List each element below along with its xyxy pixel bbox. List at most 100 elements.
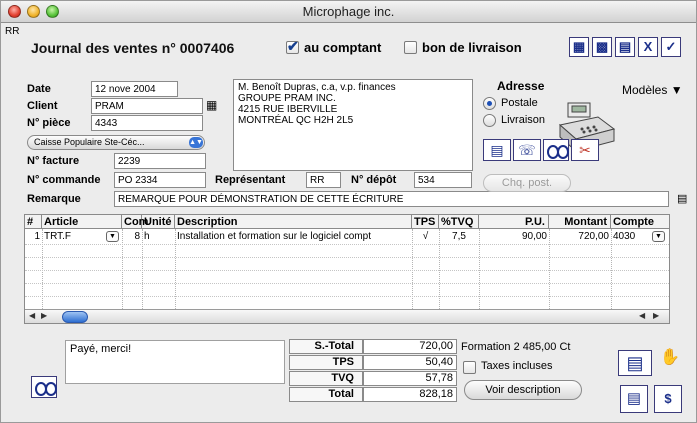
scroll-thumb[interactable] [62, 311, 88, 323]
livraison-label: Livraison [501, 114, 546, 126]
facture-field[interactable]: 2239 [114, 153, 206, 169]
delete-icon[interactable]: X [638, 37, 658, 57]
commande-label: N° commande [27, 174, 101, 186]
cell-montant[interactable]: 720,00 [549, 230, 611, 243]
formation-balance: Formation 2 485,00 Ct [461, 341, 571, 353]
voir-description-button[interactable]: Voir description [464, 380, 582, 400]
cell-unite[interactable]: h [142, 230, 175, 243]
dropdown-triangle-icon: ▼ [670, 83, 683, 97]
cell-pu[interactable]: 90,00 [479, 230, 549, 243]
phone-icon[interactable]: ☏ [513, 139, 541, 161]
table-header: # Article Com Unité Description TPS %TVQ… [25, 215, 669, 229]
view-icon[interactable] [543, 139, 569, 161]
compte-selector-icon[interactable]: ▼ [652, 231, 665, 242]
remarque-field[interactable]: REMARQUE POUR DÉMONSTRATION DE CETTE ÉCR… [114, 191, 669, 207]
hand-icon[interactable]: ✋ [658, 346, 682, 372]
postale-label: Postale [501, 97, 538, 109]
tps-label: TPS [289, 355, 363, 370]
date-field[interactable]: 12 nove 2004 [91, 81, 178, 97]
column-header[interactable]: Com [122, 215, 148, 229]
facture-label: N° facture [27, 155, 80, 167]
cell-com[interactable]: 8 [122, 230, 142, 243]
payment-note[interactable]: Payé, merci! [65, 340, 285, 384]
modeles-label: Modèles [622, 83, 668, 97]
cell-description[interactable]: Installation et formation sur le logicie… [175, 230, 412, 243]
column-header[interactable]: Article [42, 215, 122, 229]
column-header[interactable]: Description [175, 215, 412, 229]
table-view-icon[interactable]: ▤ [618, 350, 652, 376]
address-line: MONTRÉAL QC H2H 2L5 [238, 115, 354, 126]
cell-article[interactable]: TRT.F [42, 230, 104, 243]
view-icon[interactable] [31, 376, 57, 398]
total-label: Total [289, 387, 363, 402]
address-line: 4215 RUE IBERVILLE [238, 104, 338, 115]
popup-arrows-icon: ▲▼ [189, 137, 203, 148]
column-header[interactable]: # [25, 215, 42, 229]
depot-label: N° dépôt [351, 174, 397, 186]
subtotal-label: S.-Total [289, 339, 363, 354]
taxes-incluses-label: Taxes incluses [481, 360, 553, 372]
list-icon[interactable]: ▦ [569, 37, 589, 57]
user-initials: RR [5, 26, 20, 37]
cell-tvq[interactable]: 7,5 [439, 230, 479, 243]
depot-field[interactable]: 534 [414, 172, 472, 188]
lines-table: # Article Com Unité Description TPS %TVQ… [24, 214, 670, 324]
scroll-right-icon[interactable]: ▶ [653, 311, 659, 320]
column-header[interactable]: Unité [142, 215, 175, 229]
remarque-label: Remarque [27, 193, 81, 205]
bon-livraison-checkbox[interactable] [404, 41, 417, 54]
window-title: Microphage inc. [302, 4, 395, 19]
client-lookup-icon[interactable]: ▦ [206, 98, 217, 112]
piece-label: N° pièce [27, 117, 71, 129]
address-box[interactable]: M. Benoît Dupras, c.a, v.p. finances GRO… [233, 79, 473, 171]
cell-compte[interactable]: 4030 [611, 230, 651, 243]
horizontal-scrollbar[interactable]: ◀ ▶ ◀ ▶ [25, 309, 669, 323]
subtotal-value: 720,00 [363, 339, 457, 354]
address-line: M. Benoît Dupras, c.a, v.p. finances [238, 82, 396, 93]
cash-statement-icon[interactable]: $ [654, 385, 682, 413]
article-selector-icon[interactable]: ▼ [106, 231, 119, 242]
modeles-menu[interactable]: Modèles ▼ [622, 83, 683, 97]
scissors-icon[interactable]: ✂ [571, 139, 599, 161]
piece-field[interactable]: 4343 [91, 115, 203, 131]
cheque-postdate-button[interactable]: Chq. post. [483, 174, 571, 192]
bon-livraison-label: bon de livraison [422, 40, 522, 55]
column-header[interactable]: P.U. [479, 215, 549, 229]
scroll-left-icon[interactable]: ◀ [639, 311, 645, 320]
list-alt-icon[interactable]: ▩ [592, 37, 612, 57]
scroll-left-icon[interactable]: ◀ [29, 311, 35, 320]
card-icon[interactable]: ▤ [483, 139, 511, 161]
livraison-radio[interactable] [483, 114, 496, 127]
column-header[interactable]: TPS [412, 215, 439, 229]
title-bar: Microphage inc. [1, 1, 696, 23]
representant-field[interactable]: RR [306, 172, 341, 188]
client-field[interactable]: PRAM [91, 98, 203, 114]
total-value: 828,18 [363, 387, 457, 402]
representant-label: Représentant [215, 174, 286, 186]
caisse-value: Caisse Populaire Ste-Céc... [34, 137, 145, 147]
remarque-expand-icon[interactable]: ▤ [677, 192, 687, 205]
caisse-popup[interactable]: Caisse Populaire Ste-Céc... ▲▼ [27, 135, 205, 150]
print-icon[interactable]: ▤ [615, 37, 635, 57]
tvq-value: 57,78 [363, 371, 457, 386]
scroll-right-icon[interactable]: ▶ [41, 311, 47, 320]
cell-tps[interactable]: √ [412, 230, 439, 243]
date-label: Date [27, 83, 51, 95]
report-icon[interactable]: ▤ [620, 385, 648, 413]
tvq-label: TVQ [289, 371, 363, 386]
journal-heading: Journal des ventes n° 0007406 [31, 40, 235, 56]
taxes-incluses-checkbox[interactable] [463, 361, 476, 374]
window: Microphage inc. RR Journal des ventes n°… [0, 0, 697, 423]
column-header[interactable]: Compte [611, 215, 669, 229]
au-comptant-label: au comptant [304, 40, 382, 55]
address-line: GROUPE PRAM INC. [238, 93, 336, 104]
column-header[interactable]: %TVQ [439, 215, 479, 229]
confirm-icon[interactable]: ✓ [661, 37, 681, 57]
column-header[interactable]: Montant [549, 215, 611, 229]
adresse-title: Adresse [497, 79, 545, 93]
client-label: Client [27, 100, 58, 112]
au-comptant-checkbox[interactable] [286, 38, 299, 55]
tps-value: 50,40 [363, 355, 457, 370]
postale-radio[interactable] [483, 97, 496, 110]
commande-field[interactable]: PO 2334 [114, 172, 206, 188]
